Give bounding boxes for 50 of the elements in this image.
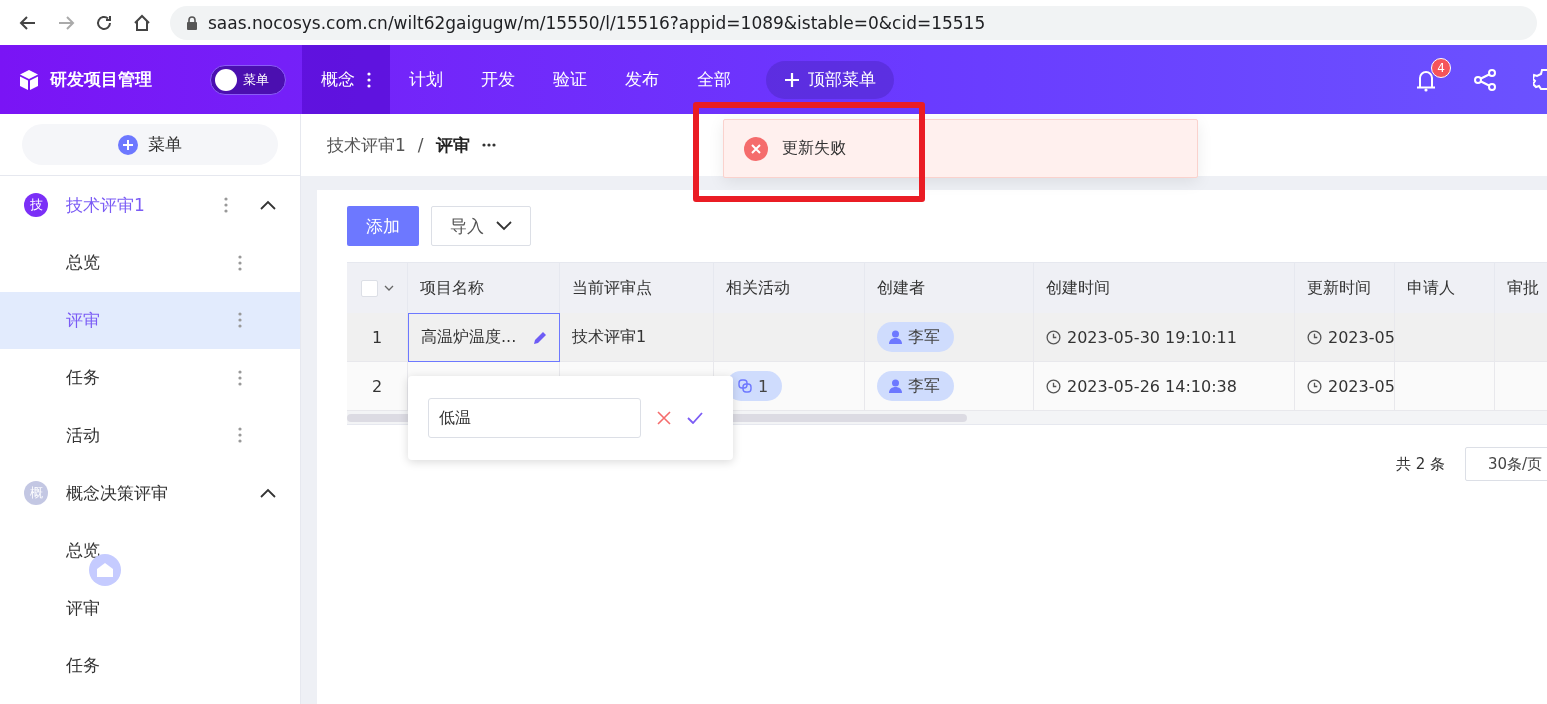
column-header: 相关活动: [714, 263, 865, 313]
notification-badge: 4: [1431, 57, 1451, 78]
column-header: 项目名称: [408, 263, 560, 313]
timestamp: 2023-05: [1328, 376, 1394, 396]
page-size-select[interactable]: 30条/页: [1465, 447, 1547, 481]
timestamp: 2023-05-26 14:10:38: [1067, 376, 1237, 396]
breadcrumb-current: 评审: [435, 133, 470, 157]
column-header: 更新时间: [1295, 263, 1395, 313]
table-cell[interactable]: 高温炉温度...: [408, 313, 560, 362]
sidebar-item[interactable]: 总览: [0, 234, 300, 292]
sidebar-item[interactable]: 总览: [0, 522, 300, 580]
sidebar-item[interactable]: 活动: [0, 406, 300, 464]
add-button[interactable]: 添加: [347, 206, 419, 246]
address-bar[interactable]: saas.nocosys.com.cn/wilt62gaigugw/m/15550/l/15516?appid=1089&istable=0&cid=15515: [170, 5, 1537, 40]
user-chip[interactable]: 李军: [877, 322, 954, 352]
nav-tab[interactable]: 验证: [534, 45, 606, 114]
column-header: 创建者: [865, 263, 1034, 313]
row-number: 2: [347, 362, 408, 411]
nav-tab[interactable]: 开发: [462, 45, 534, 114]
sidebar-item[interactable]: 任务: [0, 349, 300, 407]
input-field[interactable]: 低温: [428, 398, 641, 438]
row-number: 1: [347, 313, 408, 362]
column-header: 审批: [1495, 263, 1547, 313]
column-header: 申请人: [1395, 263, 1495, 313]
user-chip[interactable]: 李军: [877, 371, 954, 401]
toast-message: 更新失败: [782, 138, 846, 159]
top-menu-button[interactable]: 顶部菜单: [766, 60, 894, 99]
breadcrumb-link[interactable]: 技术评审1: [327, 133, 406, 157]
timestamp: 2023-05: [1328, 327, 1394, 347]
group-avatar: 概: [24, 481, 48, 505]
group-title[interactable]: 技术评审1: [66, 193, 206, 217]
import-button[interactable]: 导入: [431, 206, 531, 246]
nav-tab[interactable]: 全部: [678, 45, 750, 114]
group-title[interactable]: 概念决策评审: [66, 481, 228, 505]
add-menu-button[interactable]: 菜单: [22, 124, 278, 165]
sidebar-item[interactable]: 评审: [0, 579, 300, 637]
app-title: 研发项目管理: [50, 68, 152, 91]
menu-toggle[interactable]: 菜单: [210, 64, 286, 95]
total-count: 共 2 条: [1395, 454, 1445, 474]
sidebar-item[interactable]: 评审: [0, 291, 300, 349]
column-header: 当前评审点: [560, 263, 714, 313]
group-avatar: 技: [24, 193, 48, 217]
table-cell: 技术评审1: [560, 313, 714, 362]
nav-tab[interactable]: 概念: [302, 45, 390, 114]
timestamp: 2023-05-30 19:10:11: [1067, 327, 1237, 347]
nav-tab[interactable]: 计划: [390, 45, 462, 114]
nav-tab[interactable]: 发布: [606, 45, 678, 114]
sidebar-item[interactable]: 任务: [0, 637, 300, 695]
column-header: 创建时间: [1034, 263, 1295, 313]
breadcrumb-separator: /: [417, 135, 424, 155]
